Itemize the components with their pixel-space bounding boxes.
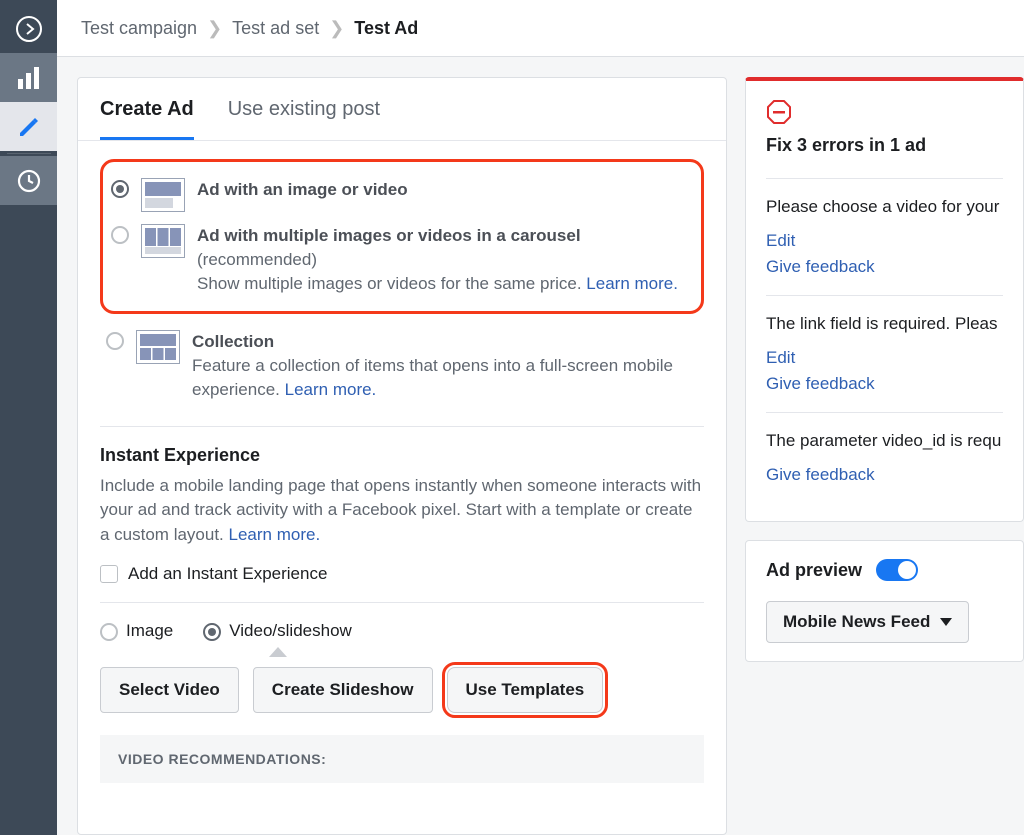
option-single-image[interactable]: Ad with an image or video bbox=[109, 172, 693, 218]
media-image-label: Image bbox=[126, 621, 173, 641]
breadcrumb-campaign[interactable]: Test campaign bbox=[81, 18, 197, 39]
error-item: The parameter video_id is requ Give feed… bbox=[766, 412, 1003, 503]
tab-create-ad[interactable]: Create Ad bbox=[100, 78, 194, 140]
error-feedback-link[interactable]: Give feedback bbox=[766, 465, 1003, 485]
checkbox-label: Add an Instant Experience bbox=[128, 564, 327, 584]
breadcrumb-adset[interactable]: Test ad set bbox=[232, 18, 319, 39]
error-feedback-link[interactable]: Give feedback bbox=[766, 257, 1003, 277]
use-templates-button[interactable]: Use Templates bbox=[447, 667, 604, 713]
chevron-right-icon: ❯ bbox=[207, 18, 222, 39]
option-collection-title: Collection bbox=[192, 330, 702, 354]
chevron-right-icon: ❯ bbox=[329, 18, 344, 39]
video-recommendations-heading: VIDEO RECOMMENDATIONS: bbox=[100, 735, 704, 783]
nav-separator bbox=[7, 153, 51, 154]
clock-icon bbox=[17, 169, 41, 193]
option-collection[interactable]: Collection Feature a collection of items… bbox=[100, 324, 704, 407]
breadcrumb-ad: Test Ad bbox=[354, 18, 418, 39]
errors-title: Fix 3 errors in 1 ad bbox=[766, 135, 1003, 156]
error-item: The link field is required. Pleas Edit G… bbox=[766, 295, 1003, 412]
errors-panel: Fix 3 errors in 1 ad Please choose a vid… bbox=[745, 77, 1024, 522]
ad-preview-label: Ad preview bbox=[766, 560, 862, 581]
option-carousel-title: Ad with multiple images or videos in a c… bbox=[197, 224, 678, 248]
divider bbox=[100, 602, 704, 603]
caret-up-icon bbox=[269, 647, 287, 657]
instant-experience-desc: Include a mobile landing page that opens… bbox=[100, 474, 704, 548]
learn-more-link[interactable]: Learn more. bbox=[229, 525, 321, 544]
radio-collection[interactable] bbox=[106, 332, 124, 350]
format-options-highlight: Ad with an image or video Ad with multip… bbox=[100, 159, 704, 314]
create-ad-panel: Create Ad Use existing post Ad with an i… bbox=[77, 77, 727, 835]
thumb-collection-icon bbox=[136, 330, 180, 364]
media-video-option[interactable]: Video/slideshow bbox=[203, 621, 352, 641]
left-nav-rail bbox=[0, 0, 57, 835]
error-item: Please choose a video for your Edit Give… bbox=[766, 178, 1003, 295]
learn-more-link[interactable]: Learn more. bbox=[285, 380, 377, 399]
option-single-title: Ad with an image or video bbox=[197, 178, 408, 202]
ad-preview-toggle[interactable] bbox=[876, 559, 918, 581]
ad-preview-panel: Ad preview Mobile News Feed bbox=[745, 540, 1024, 662]
option-carousel[interactable]: Ad with multiple images or videos in a c… bbox=[109, 218, 693, 301]
select-video-button[interactable]: Select Video bbox=[100, 667, 239, 713]
placement-label: Mobile News Feed bbox=[783, 612, 930, 632]
radio-video[interactable] bbox=[203, 623, 221, 641]
media-image-option[interactable]: Image bbox=[100, 621, 173, 641]
error-stop-icon bbox=[766, 99, 792, 125]
placement-dropdown[interactable]: Mobile News Feed bbox=[766, 601, 969, 643]
instant-experience-checkbox[interactable]: Add an Instant Experience bbox=[100, 564, 704, 584]
instant-experience-heading: Instant Experience bbox=[100, 445, 704, 466]
radio-single[interactable] bbox=[111, 180, 129, 198]
error-edit-link[interactable]: Edit bbox=[766, 348, 1003, 368]
bar-chart-icon bbox=[16, 65, 42, 91]
caret-down-icon bbox=[940, 618, 952, 626]
breadcrumb: Test campaign ❯ Test ad set ❯ Test Ad bbox=[57, 0, 1024, 57]
divider bbox=[100, 426, 704, 427]
thumb-single-icon bbox=[141, 178, 185, 212]
error-edit-link[interactable]: Edit bbox=[766, 231, 1003, 251]
nav-history-button[interactable] bbox=[0, 156, 57, 205]
option-carousel-rec: (recommended) bbox=[197, 248, 678, 272]
create-slideshow-button[interactable]: Create Slideshow bbox=[253, 667, 433, 713]
option-collection-desc: Feature a collection of items that opens… bbox=[192, 354, 702, 402]
error-message: The parameter video_id is requ bbox=[766, 431, 1003, 451]
tab-use-existing[interactable]: Use existing post bbox=[228, 78, 380, 140]
media-video-label: Video/slideshow bbox=[229, 621, 352, 641]
checkbox-icon[interactable] bbox=[100, 565, 118, 583]
learn-more-link[interactable]: Learn more. bbox=[586, 274, 678, 293]
chevron-circle-icon bbox=[15, 15, 43, 43]
radio-carousel[interactable] bbox=[111, 226, 129, 244]
option-carousel-desc: Show multiple images or videos for the s… bbox=[197, 272, 678, 296]
media-type-selector: Image Video/slideshow bbox=[100, 621, 704, 641]
video-action-buttons: Select Video Create Slideshow Use Templa… bbox=[100, 667, 704, 713]
radio-image[interactable] bbox=[100, 623, 118, 641]
error-message: The link field is required. Pleas bbox=[766, 314, 1003, 334]
nav-edit-button[interactable] bbox=[0, 102, 57, 151]
error-feedback-link[interactable]: Give feedback bbox=[766, 374, 1003, 394]
nav-arrow-button[interactable] bbox=[0, 4, 57, 53]
thumb-carousel-icon bbox=[141, 224, 185, 258]
pencil-icon bbox=[18, 116, 40, 138]
ad-source-tabs: Create Ad Use existing post bbox=[78, 78, 726, 141]
nav-analytics-button[interactable] bbox=[0, 53, 57, 102]
error-message: Please choose a video for your bbox=[766, 197, 1003, 217]
